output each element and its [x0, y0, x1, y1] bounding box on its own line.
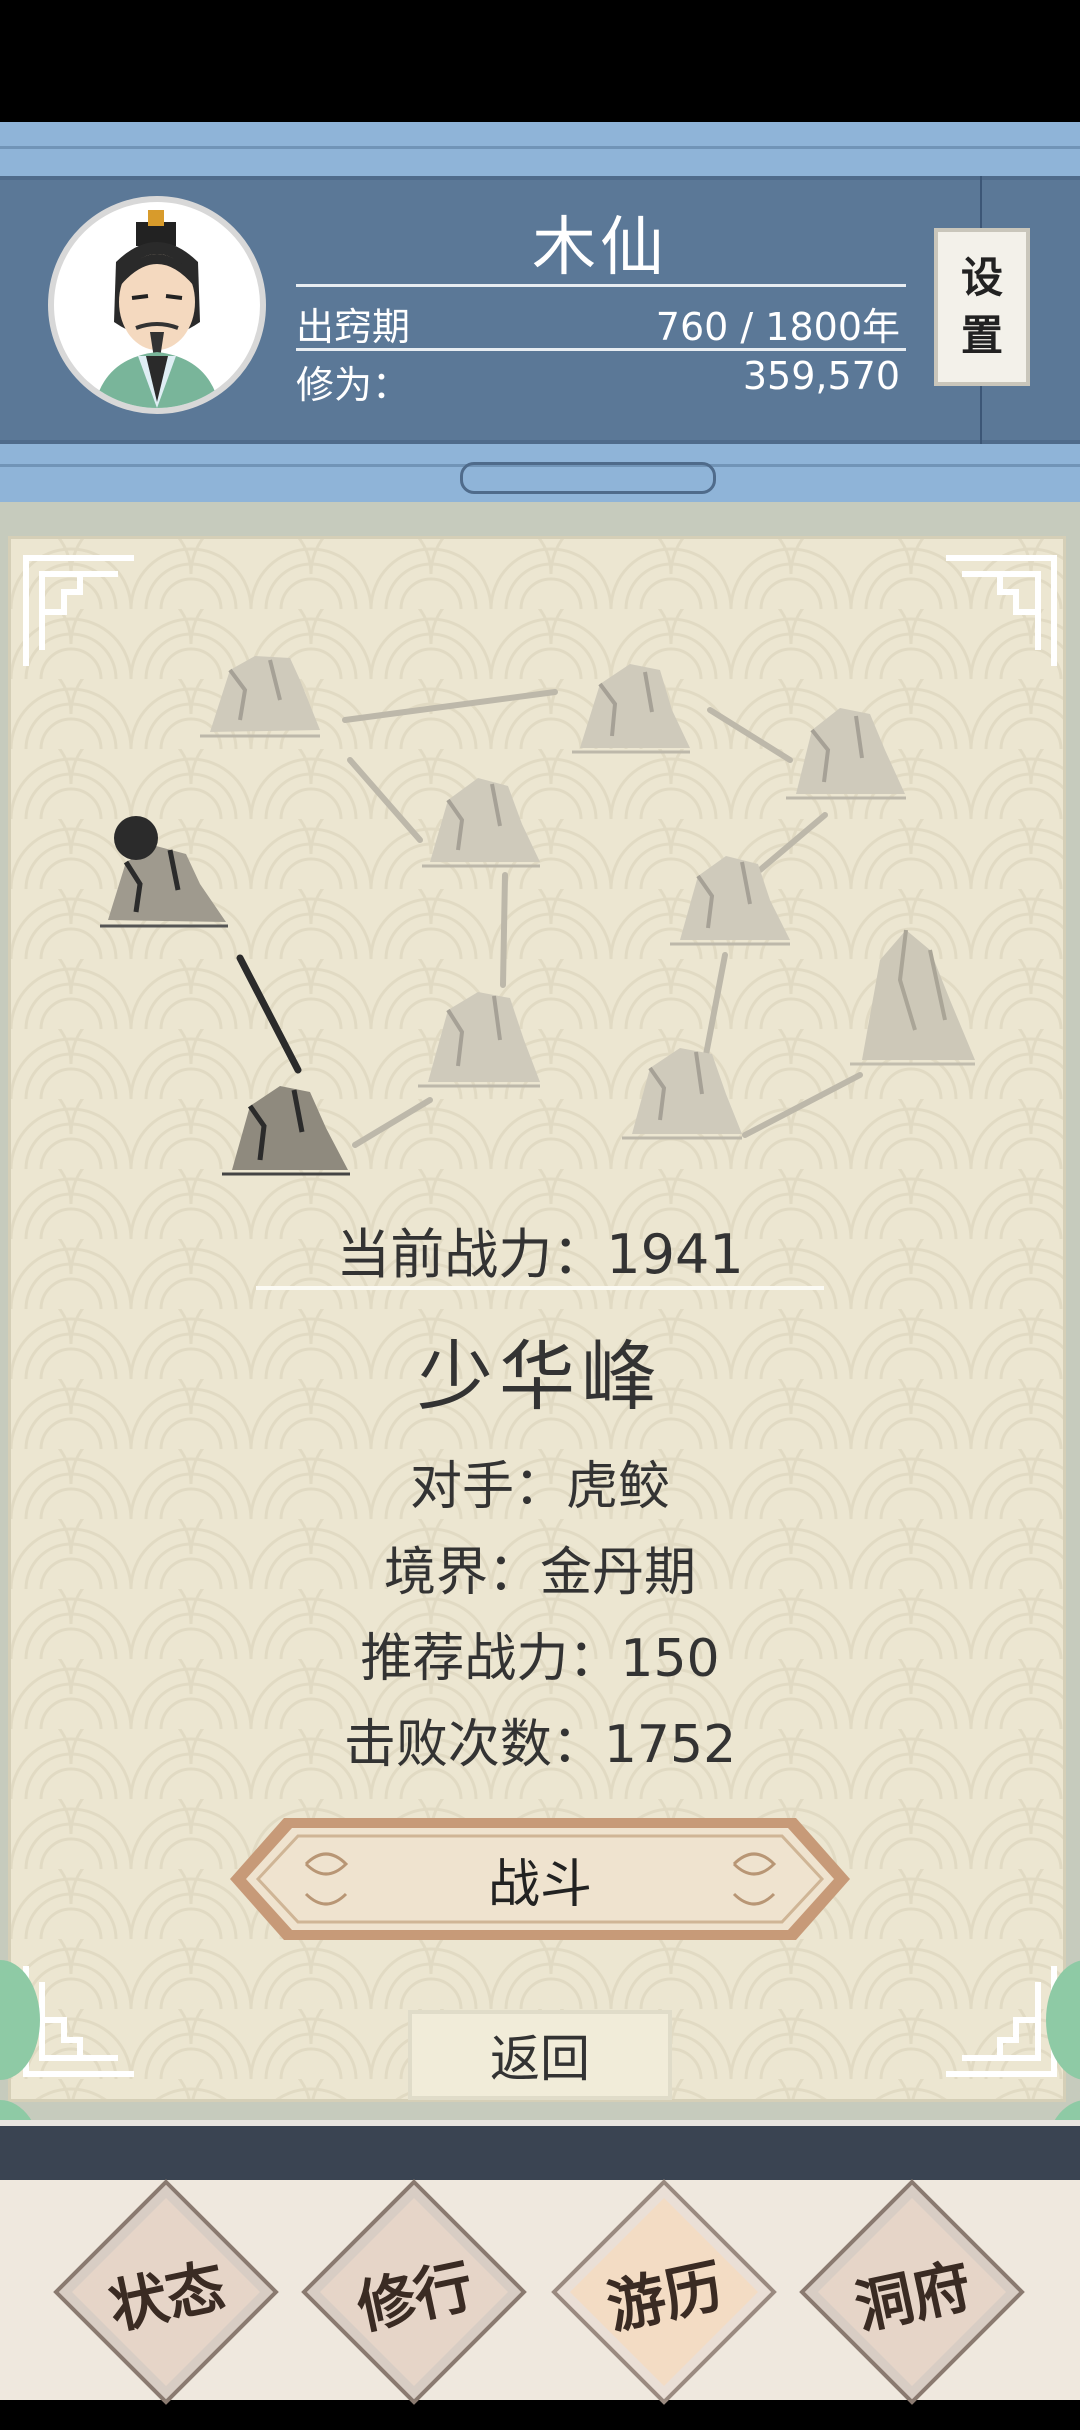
header-trim-bottom [0, 440, 1080, 504]
mountain-node[interactable] [670, 856, 790, 946]
mountain-node[interactable] [572, 664, 690, 754]
info-divider [256, 1286, 824, 1290]
map-route [342, 689, 863, 1148]
mountain-node-current[interactable] [100, 846, 228, 928]
nav-item-cultivate[interactable]: 修行 [276, 2154, 551, 2429]
character-name: 木仙 [532, 211, 668, 285]
nav-item-travel[interactable]: 游历 [526, 2154, 801, 2429]
opponent-info: 对手：虎鲛 [409, 1457, 670, 1517]
fight-button[interactable]: 战斗 [226, 1814, 854, 1944]
header-divider [296, 348, 906, 351]
mountain-node[interactable] [786, 708, 906, 800]
defeat-count: 击败次数：1752 [343, 1715, 737, 1775]
character-avatar[interactable] [48, 196, 266, 414]
nav-item-cave[interactable]: 洞府 [774, 2154, 1049, 2429]
active-route [236, 954, 302, 1074]
settings-button[interactable]: 设 置 [934, 228, 1030, 386]
recommended-power: 推荐战力：150 [360, 1629, 720, 1689]
settings-label-1: 设 [960, 253, 1003, 302]
back-button[interactable]: 返回 [408, 2010, 672, 2100]
travel-map [100, 656, 975, 1176]
mountain-node-peak[interactable] [850, 929, 975, 1066]
settings-label-2: 置 [960, 311, 1003, 360]
cultivation-value: 359,570 [742, 354, 900, 398]
cultivation-label: 修为： [296, 363, 411, 407]
header-divider [296, 284, 906, 287]
mountain-node[interactable] [422, 778, 540, 868]
mountain-node[interactable] [200, 656, 320, 738]
location-name: 少华峰 [417, 1332, 663, 1421]
header-trim-top [0, 122, 1080, 180]
lifespan-value: 760 / 1800年 [655, 305, 900, 349]
mountain-node-selected[interactable] [222, 1086, 350, 1176]
player-position-marker [114, 816, 158, 860]
status-bar [0, 0, 1080, 122]
mountain-node[interactable] [622, 1048, 742, 1140]
current-power: 当前战力：1941 [336, 1223, 744, 1286]
realm-label: 出窍期 [296, 305, 411, 349]
mountain-node[interactable] [418, 992, 540, 1088]
nav-item-status[interactable]: 状态 [28, 2154, 303, 2429]
cultivator-portrait-icon [94, 210, 220, 408]
realm-info: 境界：金丹期 [383, 1543, 696, 1603]
